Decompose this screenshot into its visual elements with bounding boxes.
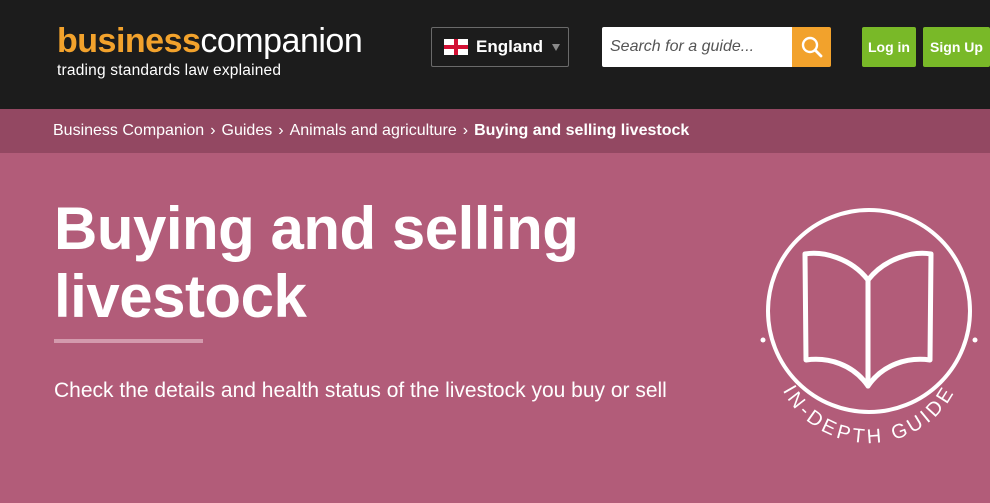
breadcrumb-item-animals-and-agriculture[interactable]: Animals and agriculture xyxy=(290,122,457,140)
logo-wordmark-light: companion xyxy=(200,22,363,60)
breadcrumb-separator: › xyxy=(210,122,216,139)
search-button[interactable] xyxy=(792,27,831,67)
region-select[interactable]: England xyxy=(431,27,569,67)
signup-button[interactable]: Sign Up xyxy=(923,27,990,67)
site-header: businesscompanion trading standards law … xyxy=(0,0,990,109)
region-label: England xyxy=(476,37,544,56)
england-flag-icon xyxy=(444,39,468,55)
breadcrumb-current: Buying and selling livestock xyxy=(474,122,690,139)
site-logo[interactable]: businesscompanion trading standards law … xyxy=(57,22,363,80)
breadcrumb-separator: › xyxy=(278,122,284,139)
login-button[interactable]: Log in xyxy=(862,27,916,67)
badge-dot-right xyxy=(972,337,978,343)
logo-tagline: trading standards law explained xyxy=(57,62,282,79)
page-title: Buying and selling livestock xyxy=(54,195,579,330)
guide-hero: Buying and selling livestock Check the d… xyxy=(0,153,990,503)
chevron-down-icon xyxy=(552,43,561,51)
title-underline xyxy=(54,339,203,343)
page-summary: Check the details and health status of t… xyxy=(54,379,667,402)
in-depth-guide-badge: IN-DEPTH GUIDE xyxy=(760,208,978,448)
open-book-icon xyxy=(802,250,934,389)
search-icon xyxy=(801,36,822,58)
logo-wordmark-bold: business xyxy=(57,22,201,60)
breadcrumb-item-guides[interactable]: Guides xyxy=(222,122,273,140)
breadcrumb-item-business-companion[interactable]: Business Companion xyxy=(53,122,204,140)
breadcrumb-separator: › xyxy=(462,122,469,139)
logo-wordmark: businesscompanion xyxy=(57,22,363,60)
breadcrumb: Business Companion › Guides › Animals an… xyxy=(0,109,990,153)
badge-dot-left xyxy=(760,337,766,343)
search-input[interactable] xyxy=(602,27,792,67)
